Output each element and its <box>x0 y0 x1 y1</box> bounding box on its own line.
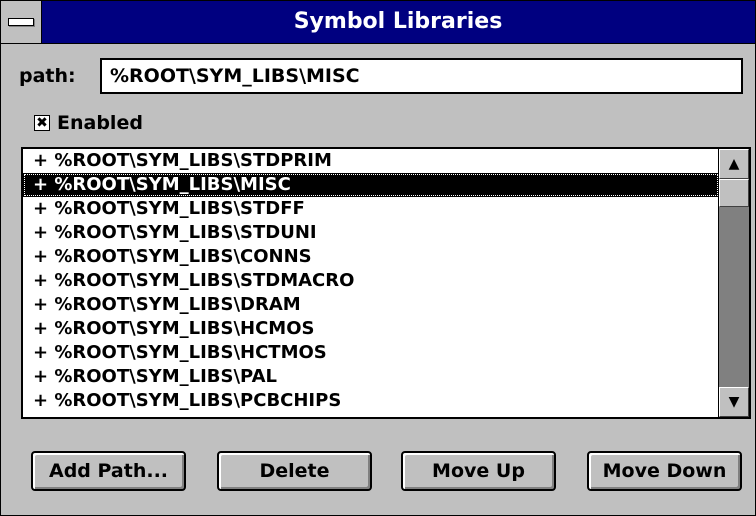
list-item[interactable]: + %ROOT\SYM_LIBS\HCTMOS <box>23 341 719 365</box>
symbol-libraries-dialog: Symbol Libraries path: %ROOT\SYM_LIBS\MI… <box>0 0 756 516</box>
move-down-button[interactable]: Move Down <box>587 451 742 491</box>
list-item[interactable]: + %ROOT\SYM_LIBS\STDFF <box>23 197 719 221</box>
delete-button[interactable]: Delete <box>217 451 372 491</box>
list-item[interactable]: + %ROOT\SYM_LIBS\DRAM <box>23 293 719 317</box>
list-item[interactable]: + %ROOT\SYM_LIBS\STDMACRO <box>23 269 719 293</box>
system-menu-button[interactable] <box>1 1 42 43</box>
move-up-button[interactable]: Move Up <box>401 451 556 491</box>
list-item[interactable]: + %ROOT\SYM_LIBS\MISC <box>23 173 719 197</box>
title-bar: Symbol Libraries <box>1 1 755 44</box>
system-menu-icon <box>8 18 34 26</box>
list-item[interactable]: + %ROOT\SYM_LIBS\STDUNI <box>23 221 719 245</box>
list-item[interactable]: + %ROOT\SYM_LIBS\PCBCHIPS <box>23 389 719 413</box>
enabled-checkbox[interactable]: ✖ <box>34 115 50 131</box>
scroll-up-arrow-icon[interactable]: ▲ <box>719 149 749 179</box>
scrollbar-thumb[interactable] <box>719 179 749 207</box>
library-listbox[interactable]: + %ROOT\SYM_LIBS\STDPRIM + %ROOT\SYM_LIBS… <box>21 147 751 419</box>
scroll-down-arrow-icon[interactable]: ▼ <box>719 387 749 417</box>
list-item[interactable]: + %ROOT\SYM_LIBS\STDPRIM <box>23 149 719 173</box>
path-label: path: <box>19 65 76 87</box>
add-path-button[interactable]: Add Path... <box>31 451 186 491</box>
library-list-items: + %ROOT\SYM_LIBS\STDPRIM + %ROOT\SYM_LIBS… <box>23 149 719 417</box>
window-title: Symbol Libraries <box>293 9 503 34</box>
list-item[interactable]: + %ROOT\SYM_LIBS\HCMOS <box>23 317 719 341</box>
list-item[interactable]: + %ROOT\SYM_LIBS\PAL <box>23 365 719 389</box>
path-input[interactable]: %ROOT\SYM_LIBS\MISC <box>100 58 743 94</box>
list-item[interactable]: + %ROOT\SYM_LIBS\CONNS <box>23 245 719 269</box>
enabled-label[interactable]: Enabled <box>57 112 143 134</box>
vertical-scrollbar[interactable]: ▲ ▼ <box>718 149 749 417</box>
